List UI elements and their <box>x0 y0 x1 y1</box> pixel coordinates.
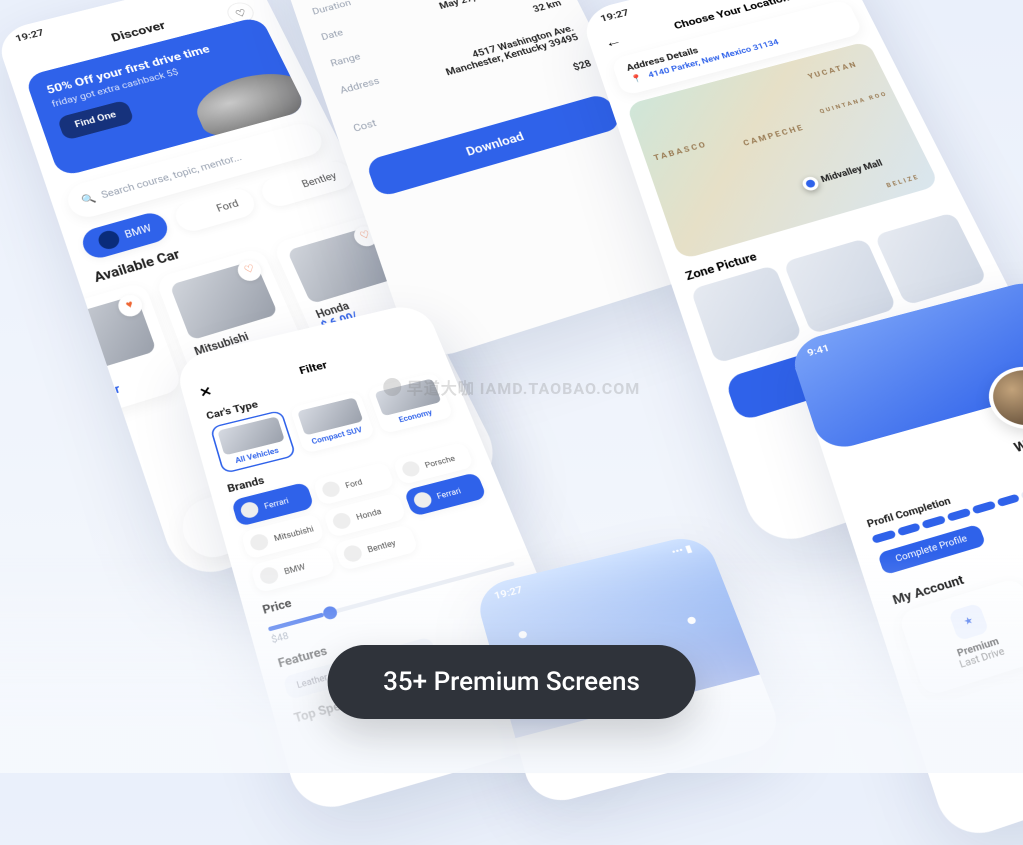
status-time: 19:27 <box>493 584 524 602</box>
pin-icon: 📍 <box>630 74 644 85</box>
screen-profile: 9:41 William Ben @williambenn21 Profil C… <box>787 277 1023 845</box>
type-card[interactable]: All Vehicles <box>210 410 297 474</box>
map-pin[interactable]: Midvalley Mall <box>800 157 885 192</box>
status-time: 19:27 <box>14 27 45 44</box>
showcase-stage: 19:27 ••• ▮ Discover ♡ 50% Off your firs… <box>0 0 1023 773</box>
type-card[interactable]: Compact SUV <box>289 391 376 454</box>
car-card[interactable]: ♥ Bentley $ 0/Hour <box>32 282 183 425</box>
search-icon: 🔍 <box>80 192 97 206</box>
promo-cta-button[interactable]: Find One <box>57 100 135 141</box>
brands-grid: Ferrari Ford Porsche Mitsubishi Honda Fe… <box>231 442 500 594</box>
status-icons: ••• ▮ <box>670 543 693 558</box>
badge-icon: ★ <box>948 603 989 642</box>
headline-badge: 35+ Premium Screens <box>327 645 696 719</box>
status-time: 19:27 <box>599 7 630 24</box>
watermark: 早道大咖 IAMD.TAOBAO.COM <box>383 375 641 399</box>
status-time: 9:41 <box>806 343 831 359</box>
